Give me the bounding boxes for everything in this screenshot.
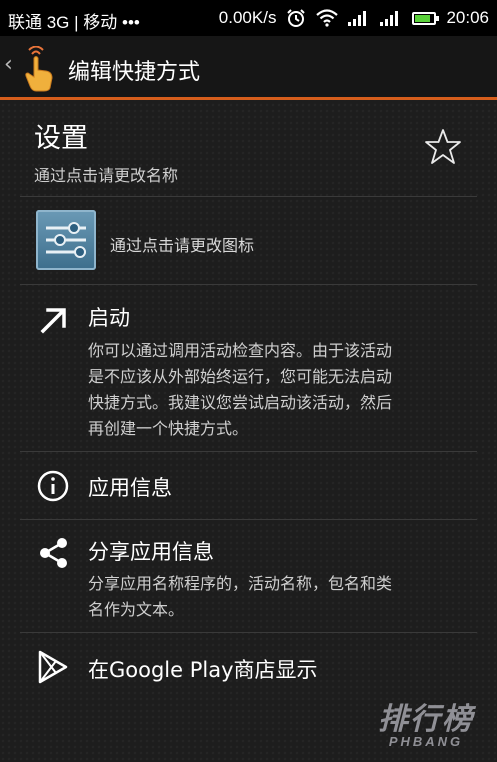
launch-description: 你可以通过调用活动检查内容。由于该活动 是不应该从外部始终运行，您可能无法启动 … <box>88 338 474 442</box>
action-bar: ‹ 编辑快捷方式 <box>0 36 497 98</box>
launch-title: 启动 <box>88 306 130 330</box>
signal-icon <box>348 11 367 26</box>
divider <box>20 519 477 520</box>
share-icon <box>40 538 67 568</box>
network-speed: 0.00K/s <box>218 8 277 27</box>
shortcut-name-hint: 通过点击请更改名称 <box>34 166 179 185</box>
share-description-line: 名作为文本。 <box>88 600 185 619</box>
tap-hand-icon[interactable] <box>22 46 58 92</box>
share-description-line: 分享应用名称程序的，活动名称，包名和类 <box>88 574 393 593</box>
divider <box>20 451 477 452</box>
divider <box>20 284 477 285</box>
share-title: 分享应用信息 <box>88 540 214 564</box>
arrow-up-right-icon <box>40 308 66 334</box>
settings-app-icon[interactable] <box>36 210 96 270</box>
divider <box>20 632 477 633</box>
app-info-title: 应用信息 <box>88 476 172 500</box>
status-icons: 0.00K/s 20:06 <box>219 8 489 28</box>
play-store-title: 在Google Play商店显示 <box>88 658 318 682</box>
divider <box>20 196 477 197</box>
shortcut-icon-hint: 通过点击请更改图标 <box>110 236 255 255</box>
battery-icon <box>412 11 440 25</box>
share-description: 分享应用名称程序的，活动名称，包名和类 名作为文本。 <box>88 571 474 623</box>
info-icon <box>37 470 69 502</box>
battery-level <box>415 14 431 22</box>
signal-icon-2 <box>380 11 399 26</box>
clock: 20:06 <box>446 8 489 27</box>
launch-description-line: 再创建一个快捷方式。 <box>88 419 249 438</box>
play-store-icon <box>38 650 68 684</box>
page-title: 编辑快捷方式 <box>68 60 201 85</box>
carrier-label: 联通 3G | 移动 ••• <box>8 13 140 32</box>
launch-description-line: 快捷方式。我建议您尝试启动该活动，然后 <box>88 393 393 412</box>
launch-description-line: 你可以通过调用活动检查内容。由于该活动 <box>88 341 393 360</box>
action-bar-accent-line <box>0 97 497 100</box>
back-chevron-icon[interactable]: ‹ <box>4 52 13 77</box>
wifi-icon <box>316 9 339 27</box>
watermark-main: 排行榜 <box>378 702 474 737</box>
watermark-sub: PHBANG <box>388 734 464 749</box>
launch-description-line: 是不应该从外部始终运行，您可能无法启动 <box>88 367 393 386</box>
alarm-icon <box>287 9 306 27</box>
status-bar: 联通 3G | 移动 ••• 0.00K/s 20:06 <box>0 0 497 36</box>
star-icon[interactable] <box>424 128 462 166</box>
shortcut-name[interactable]: 设置 <box>34 116 88 155</box>
sliders-icon <box>46 222 86 258</box>
watermark: 排行榜 PHBANG <box>378 694 474 749</box>
